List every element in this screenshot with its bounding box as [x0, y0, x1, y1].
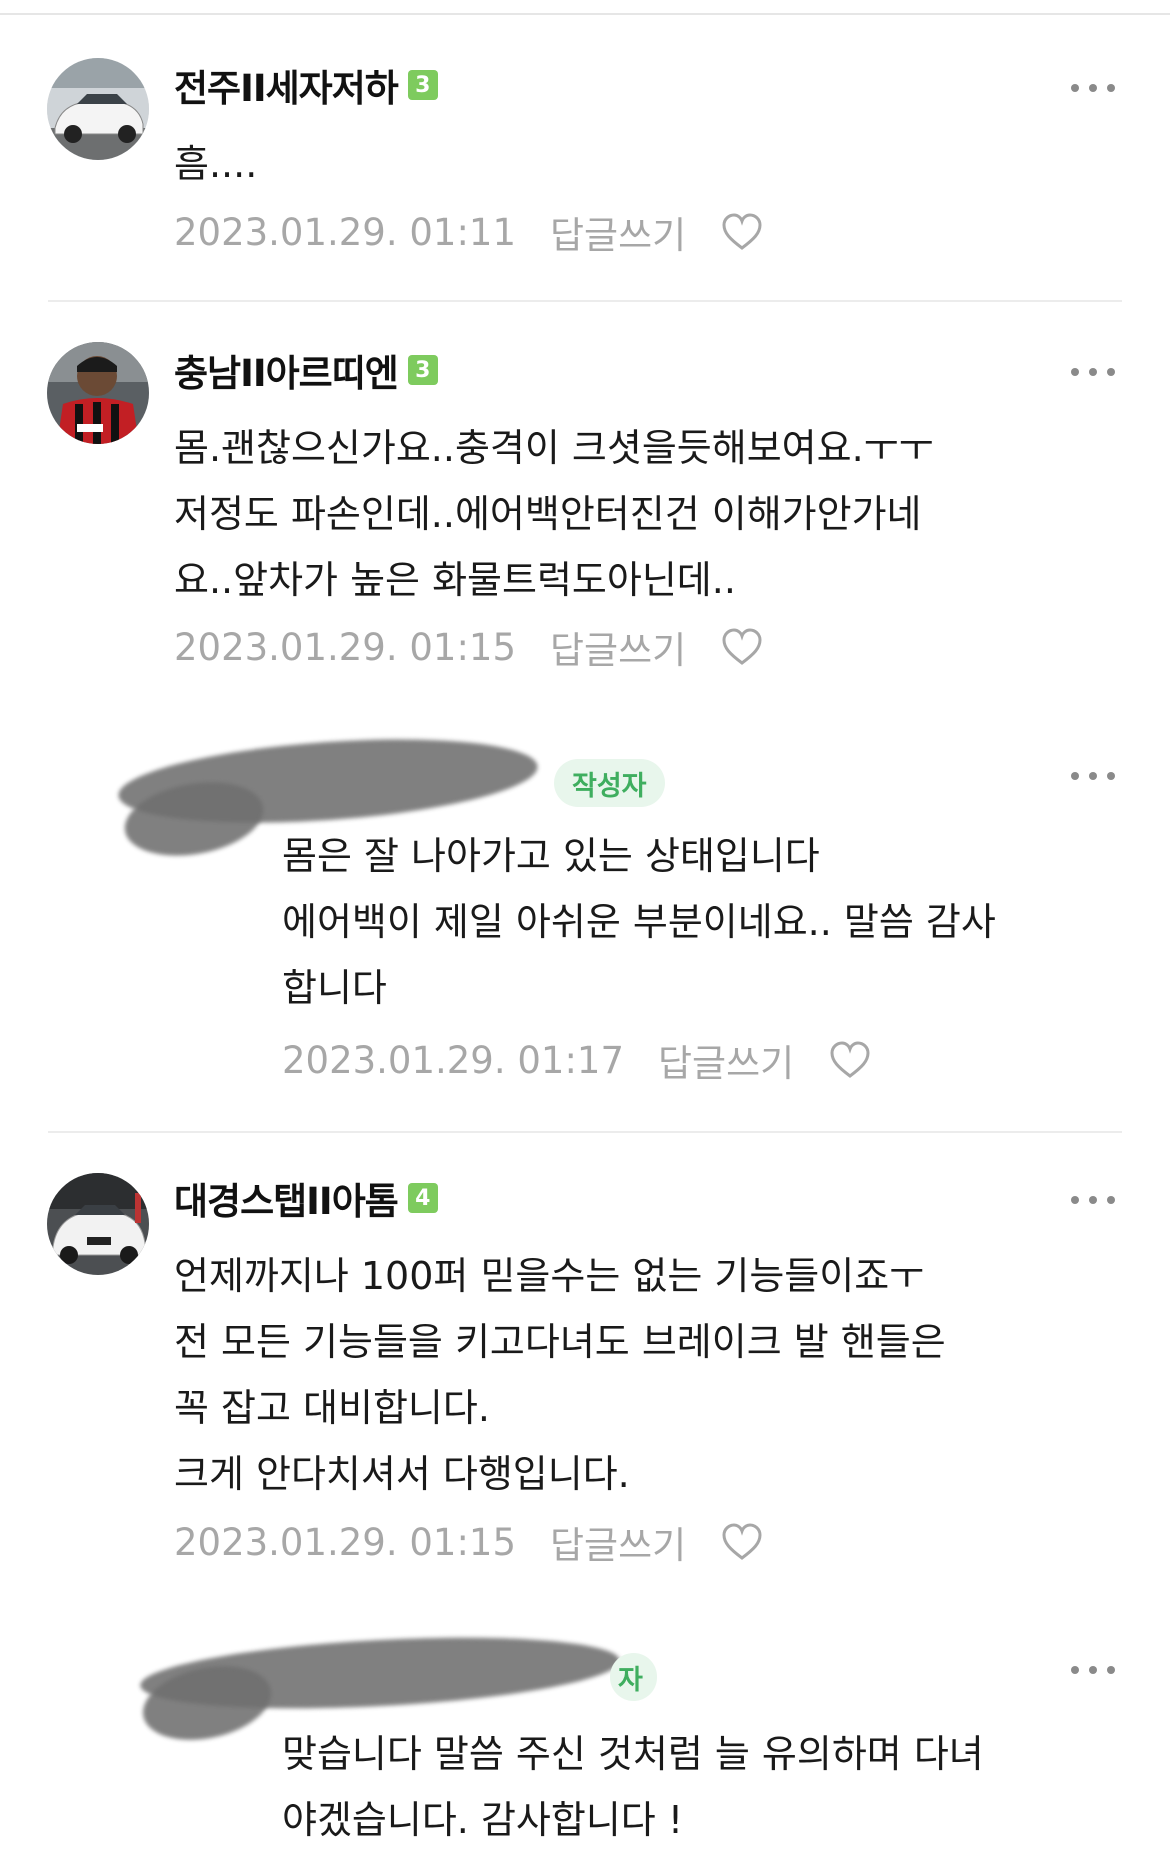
reply-button[interactable]: 답글쓰기 — [550, 620, 686, 674]
avatar[interactable] — [47, 58, 149, 160]
nickname[interactable]: 충남II아르띠엔 — [174, 343, 399, 397]
reply-button[interactable]: 답글쓰기 — [658, 1033, 794, 1087]
comment-text-line: 요..앞차가 높은 화물트럭도아닌데.. — [174, 558, 736, 602]
comment-text-line: 저정도 파손인데..에어백안터진건 이해가안가네 — [174, 492, 922, 536]
comment-text-line: 몸은 잘 나아가고 있는 상태입니다 — [282, 834, 820, 878]
reply-button[interactable]: 답글쓰기 — [550, 205, 686, 259]
top-divider — [0, 13, 1170, 15]
heart-outline-icon[interactable] — [828, 1040, 872, 1080]
comment-date: 2023.01.29. 01:17 — [282, 1038, 624, 1082]
heart-outline-icon[interactable] — [720, 1522, 764, 1562]
comment-date: 2023.01.29. 01:11 — [174, 210, 516, 254]
nickname[interactable]: 전주II세자저하 — [174, 58, 399, 112]
more-dots-icon[interactable] — [1071, 78, 1115, 98]
nickname[interactable]: 대경스탭II아톰 — [174, 1171, 399, 1225]
more-dots-icon[interactable] — [1071, 362, 1115, 382]
heart-outline-icon[interactable] — [720, 212, 764, 252]
comment-date: 2023.01.29. 01:15 — [174, 1520, 516, 1564]
comment-text-line: 합니다 — [282, 966, 387, 1010]
comment-text-line: 꼭 잡고 대비합니다. — [174, 1386, 490, 1430]
comment-text-line: 흠.... — [174, 142, 258, 186]
comment-text-line: 전 모든 기능들을 키고다녀도 브레이크 발 핸들은 — [174, 1320, 946, 1364]
more-dots-icon[interactable] — [1071, 766, 1115, 786]
comment-text-line: 크게 안다치셔서 다행입니다. — [174, 1452, 630, 1496]
heart-outline-icon[interactable] — [720, 627, 764, 667]
author-badge: 작성자 — [554, 759, 665, 807]
comment-date: 2023.01.29. 01:15 — [174, 625, 516, 669]
level-badge: 3 — [407, 355, 438, 385]
reply-button[interactable]: 답글쓰기 — [550, 1515, 686, 1569]
comment-divider — [48, 1131, 1122, 1133]
comment-text-line: 언제까지나 100퍼 믿을수는 없는 기능들이죠ㅜ — [174, 1254, 925, 1298]
avatar[interactable] — [47, 1173, 149, 1275]
comment-text-line: 에어백이 제일 아쉬운 부분이네요.. 말씀 감사 — [282, 900, 996, 944]
more-dots-icon[interactable] — [1071, 1660, 1115, 1680]
comment-text-line: 몸.괜찮으신가요..충격이 크셧을듯해보여요.ㅜㅜ — [174, 426, 934, 470]
comment-text-line: 맞습니다 말씀 주신 것처럼 늘 유의하며 다녀 — [282, 1732, 984, 1776]
comment-text-line: 야겠습니다. 감사합니다 ! — [282, 1798, 684, 1842]
avatar[interactable] — [47, 342, 149, 444]
comment-divider — [48, 300, 1122, 302]
level-badge: 3 — [407, 70, 438, 100]
more-dots-icon[interactable] — [1071, 1190, 1115, 1210]
level-badge: 4 — [407, 1183, 438, 1213]
author-badge: 자 — [610, 1653, 657, 1701]
